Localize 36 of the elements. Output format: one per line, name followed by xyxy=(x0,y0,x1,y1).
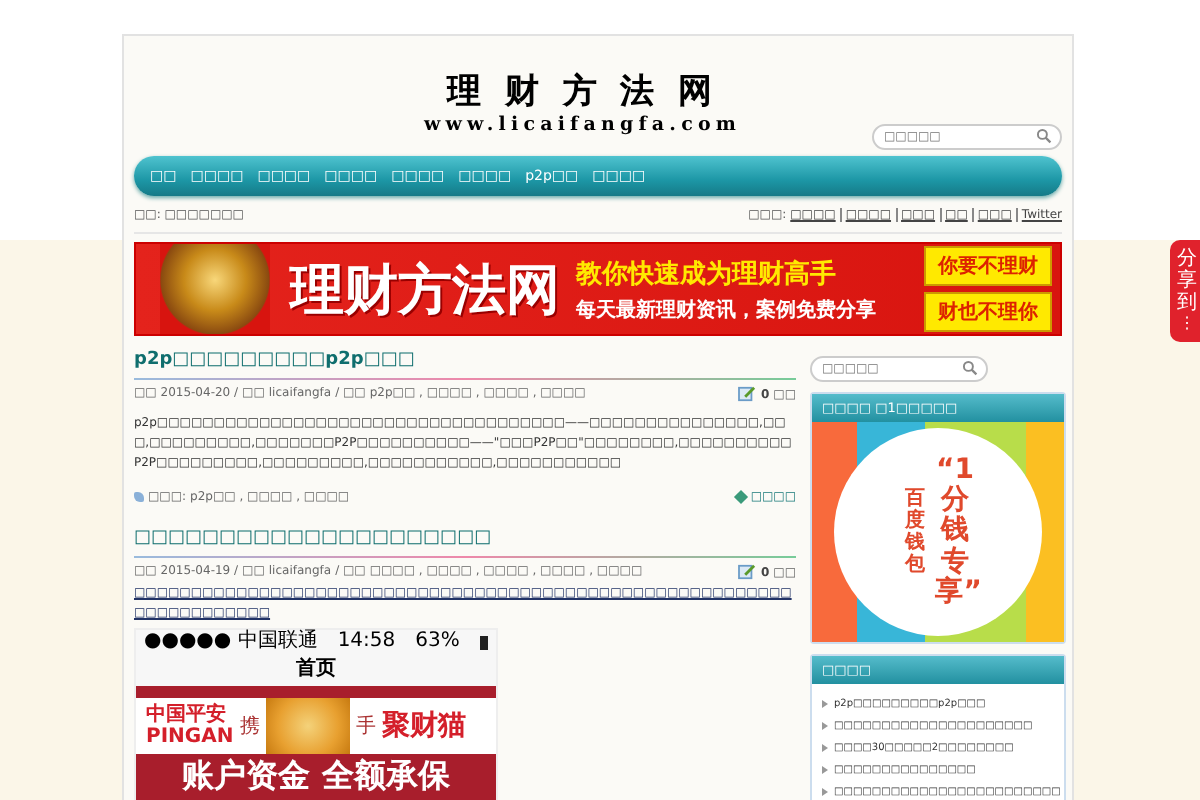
site-url: www.licaifangfa.com xyxy=(424,114,742,136)
banner-title: 理财方法网 xyxy=(290,257,560,325)
battery-icon xyxy=(479,635,488,649)
brand-name: 聚财猫 xyxy=(381,708,466,744)
comment-icon xyxy=(738,564,757,580)
post-title[interactable]: □□□□□□□□□□□□□□□□□□□□□ xyxy=(134,528,796,548)
banner-text: 手 xyxy=(355,713,376,740)
banner-tag: 你要不理财 xyxy=(924,246,1052,286)
bullet-icon xyxy=(822,787,828,795)
bullet-icon xyxy=(822,721,828,729)
screen-title: 首页 xyxy=(294,655,338,684)
clock-text: 14:58 xyxy=(337,630,396,654)
banner-tag: 财也不理你 xyxy=(924,292,1052,332)
comment-icon xyxy=(738,386,757,402)
brand-name: PINGAN xyxy=(146,726,234,748)
bullet-icon xyxy=(822,699,828,707)
battery-text: 63% xyxy=(415,630,460,654)
site-logo-title[interactable]: 理 财 方 法 网 xyxy=(424,72,742,112)
dots-text: ⋮ xyxy=(1179,314,1195,334)
search-icon xyxy=(962,360,978,376)
promo-headline: “1分钱专享” xyxy=(935,455,975,609)
coins-drawing xyxy=(160,244,270,334)
bullet-icon xyxy=(822,765,828,773)
carrier-text: ●●●●● 中国联通 xyxy=(144,630,318,654)
banner-slogan: 教你快速成为理财高手 xyxy=(576,257,838,291)
share-tab[interactable]: 分享到 ⋮ xyxy=(1170,240,1200,342)
promo-subtitle: 百度钱包 xyxy=(902,488,928,576)
banner-headline: 账户资金 全额承保 xyxy=(180,754,452,798)
search-icon xyxy=(1036,128,1052,144)
post-title[interactable]: p2p□□□□□□□□□p2p□□□ xyxy=(134,350,796,370)
bullet-icon xyxy=(822,743,828,751)
banner-text: 携 xyxy=(239,713,260,740)
banner-subtitle: 每天最新理财资讯，案例免费分享 xyxy=(576,296,876,323)
brand-name: 中国平安 xyxy=(146,704,228,726)
share-label: 分享到 xyxy=(1177,248,1197,314)
tag-icon xyxy=(134,492,144,502)
